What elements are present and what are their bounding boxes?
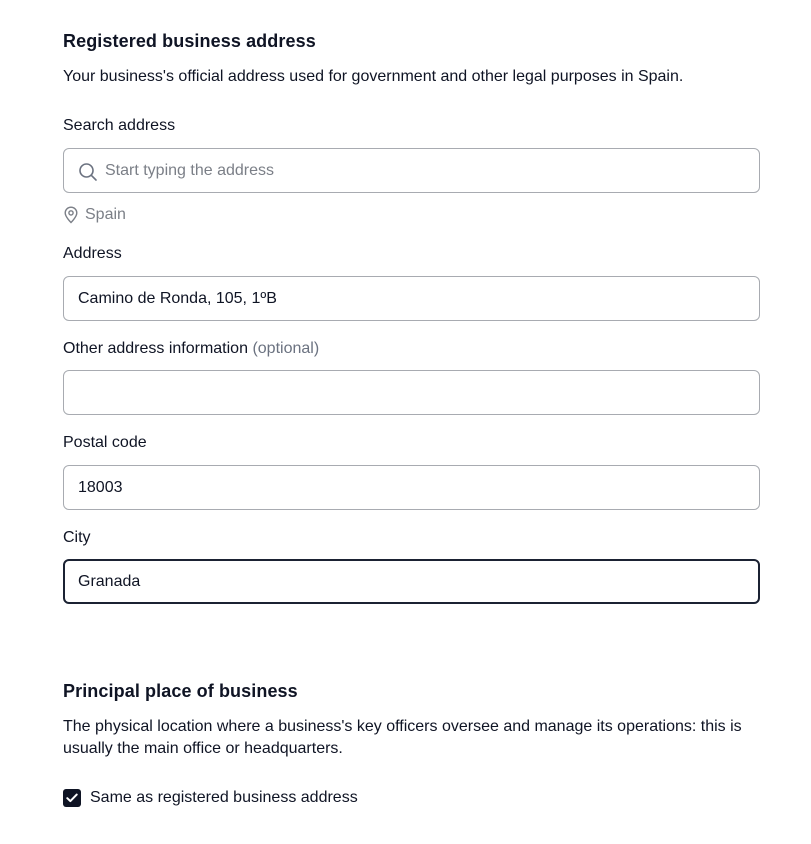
- postal-code-label: Postal code: [63, 434, 147, 451]
- same-as-registered-option[interactable]: Same as registered business address: [63, 789, 358, 807]
- other-address-label: Other address information (optional): [63, 339, 319, 359]
- postal-code-input[interactable]: [78, 466, 738, 509]
- search-address-field[interactable]: [63, 148, 760, 193]
- registered-address-description: Your business's official address used fo…: [63, 68, 684, 85]
- city-input[interactable]: [78, 561, 738, 602]
- postal-code-field[interactable]: [63, 465, 760, 510]
- checkmark-icon: [66, 793, 78, 803]
- country-name: Spain: [85, 206, 126, 223]
- city-label: City: [63, 529, 91, 546]
- other-address-field[interactable]: [63, 370, 760, 415]
- other-address-label-text: Other address information: [63, 340, 248, 357]
- location-pin-icon: [64, 206, 78, 224]
- search-address-label: Search address: [63, 117, 176, 134]
- other-address-input[interactable]: [78, 371, 738, 414]
- search-address-input[interactable]: [105, 149, 735, 192]
- principal-place-title: Principal place of business: [63, 681, 298, 701]
- address-field[interactable]: [63, 276, 760, 321]
- country-hint: Spain: [63, 205, 126, 225]
- address-input[interactable]: [78, 277, 738, 320]
- registered-address-title: Registered business address: [63, 31, 316, 51]
- address-label: Address: [63, 245, 122, 262]
- principal-place-description: The physical location where a business's…: [63, 718, 742, 757]
- city-field[interactable]: [63, 559, 760, 604]
- search-icon: [79, 163, 97, 181]
- same-as-registered-label: Same as registered business address: [90, 789, 358, 806]
- same-as-registered-checkbox[interactable]: [63, 789, 81, 807]
- optional-tag: (optional): [252, 340, 320, 357]
